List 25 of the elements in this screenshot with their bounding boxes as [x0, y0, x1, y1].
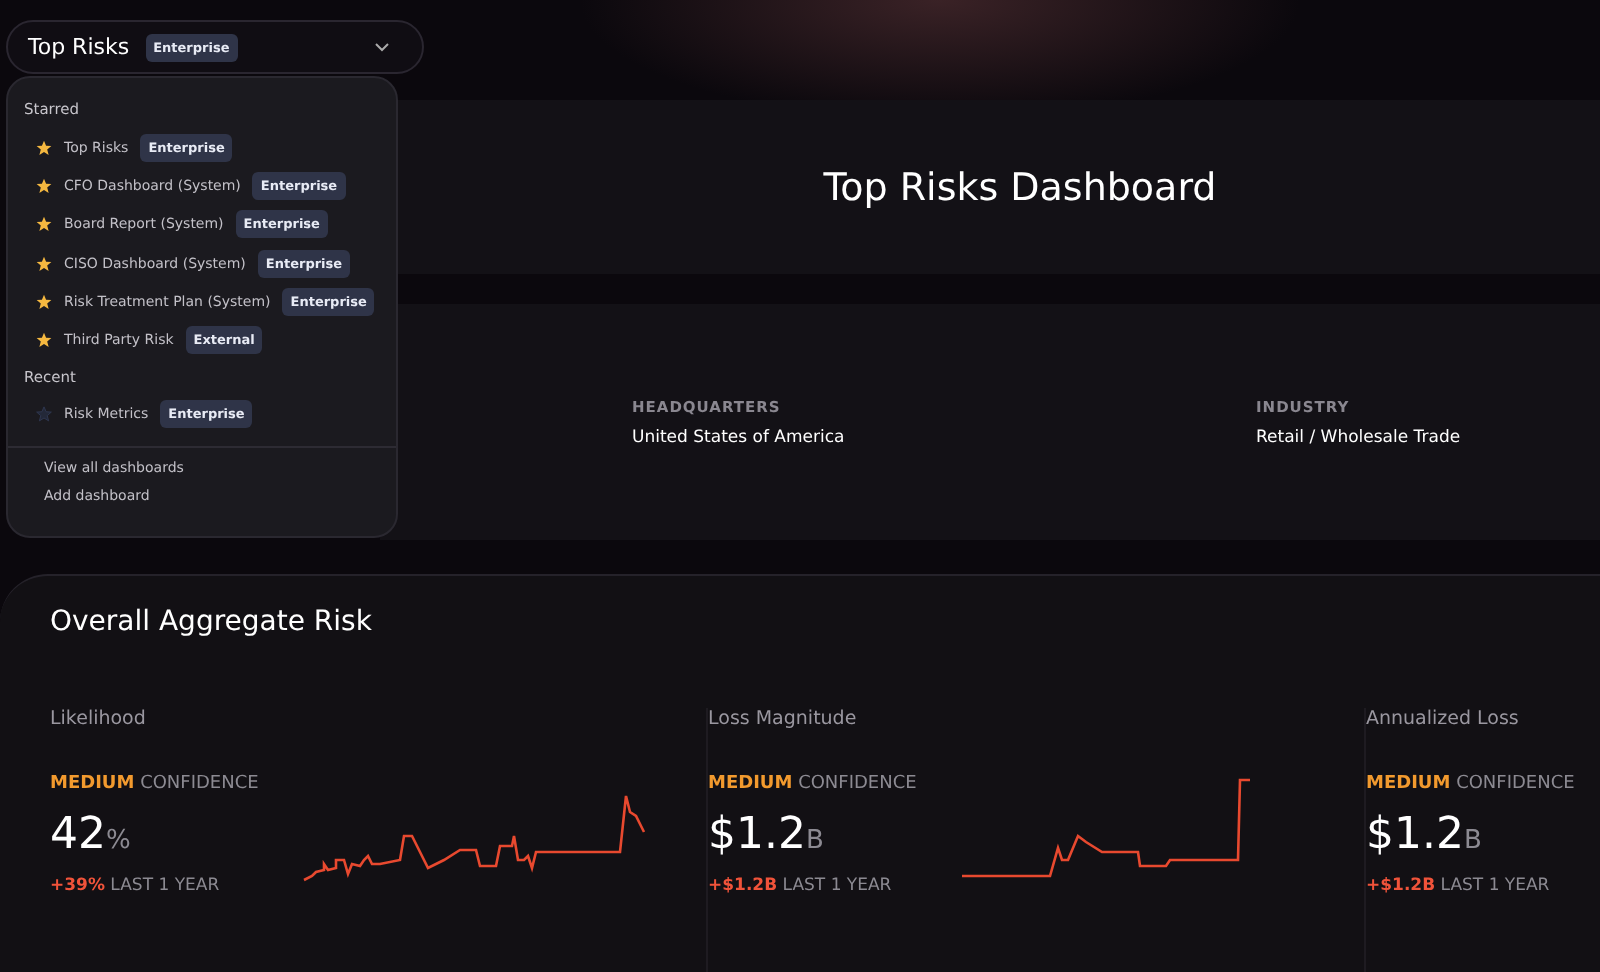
field-value: Retail / Wholesale Trade: [1256, 427, 1463, 447]
metric-label: Annualized Loss: [1366, 708, 1521, 730]
star-icon[interactable]: [36, 177, 52, 194]
dashboard-title: Top Risks Dashboard: [823, 165, 1217, 209]
star-icon[interactable]: [36, 139, 52, 156]
star-icon[interactable]: [36, 293, 52, 310]
selector-title: Top Risks: [28, 34, 130, 60]
confidence-text: MEDIUM CONFIDENCE: [1366, 774, 1577, 794]
star-icon[interactable]: [36, 406, 52, 423]
metric-label: Likelihood: [50, 708, 148, 730]
change-text: +39% LAST 1 YEAR: [50, 876, 222, 896]
confidence-text: MEDIUM CONFIDENCE: [50, 774, 261, 794]
star-icon[interactable]: [36, 255, 52, 272]
chevron-down-icon: [374, 42, 390, 52]
star-icon[interactable]: [36, 332, 52, 349]
metric-label: Loss Magnitude: [708, 708, 859, 730]
metric-value: $1.2 B: [1366, 810, 1484, 860]
metric-value: $1.2 B: [708, 810, 826, 860]
change-text: +$1.2B LAST 1 YEAR: [708, 876, 894, 896]
confidence-text: MEDIUM CONFIDENCE: [708, 774, 919, 794]
card-title: Overall Aggregate Risk: [50, 606, 374, 638]
star-icon[interactable]: [36, 216, 52, 233]
change-text: +$1.2B LAST 1 YEAR: [1366, 876, 1552, 896]
field-value: United States of America: [632, 427, 847, 447]
metric-value: 42%: [50, 810, 133, 860]
